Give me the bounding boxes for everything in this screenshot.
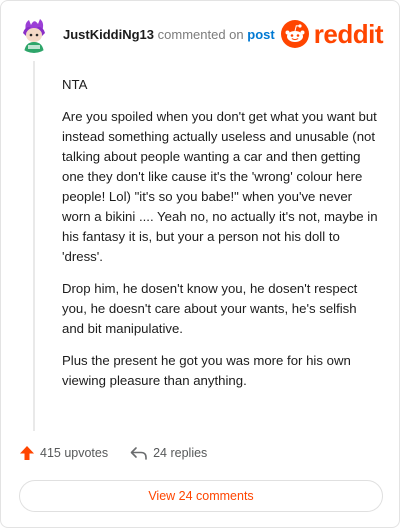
comment-card: JustKiddiNg13 commented on post reddit N… [0, 0, 400, 528]
commented-on-text: commented on [157, 27, 244, 42]
username-link[interactable]: JustKiddiNg13 [63, 27, 154, 42]
upvote-arrow-icon [20, 446, 34, 460]
comment-paragraph: Are you spoiled when you don't get what … [62, 109, 378, 264]
reply-arrow-icon [130, 447, 147, 460]
comment-paragraph: Plus the present he got you was more for… [62, 353, 351, 388]
user-avatar[interactable] [15, 15, 53, 53]
post-link[interactable]: post [247, 27, 274, 42]
comment-paragraph: Drop him, he dosen't know you, he dosen'… [62, 281, 358, 336]
snoo-avatar-icon [15, 15, 53, 53]
comment-paragraph: NTA [62, 77, 88, 92]
reply-button[interactable]: 24 replies [130, 445, 207, 461]
comment-header: JustKiddiNg13 commented on post reddit [15, 15, 385, 55]
comment-actions: 415 upvotes 24 replies [19, 445, 229, 461]
reddit-logo[interactable]: reddit [280, 19, 384, 49]
comment-meta: JustKiddiNg13 commented on post [63, 27, 275, 43]
reply-count: 24 replies [153, 446, 208, 460]
upvote-button[interactable]: 415 upvotes [19, 445, 108, 461]
thread-line[interactable] [33, 61, 35, 431]
view-comments-button[interactable]: View 24 comments [19, 480, 383, 512]
reddit-snoo-icon [280, 20, 309, 48]
reddit-wordmark: reddit [313, 19, 384, 49]
comment-body: NTA Are you spoiled when you don't get w… [62, 75, 380, 403]
upvote-count: 415 upvotes [40, 446, 109, 460]
